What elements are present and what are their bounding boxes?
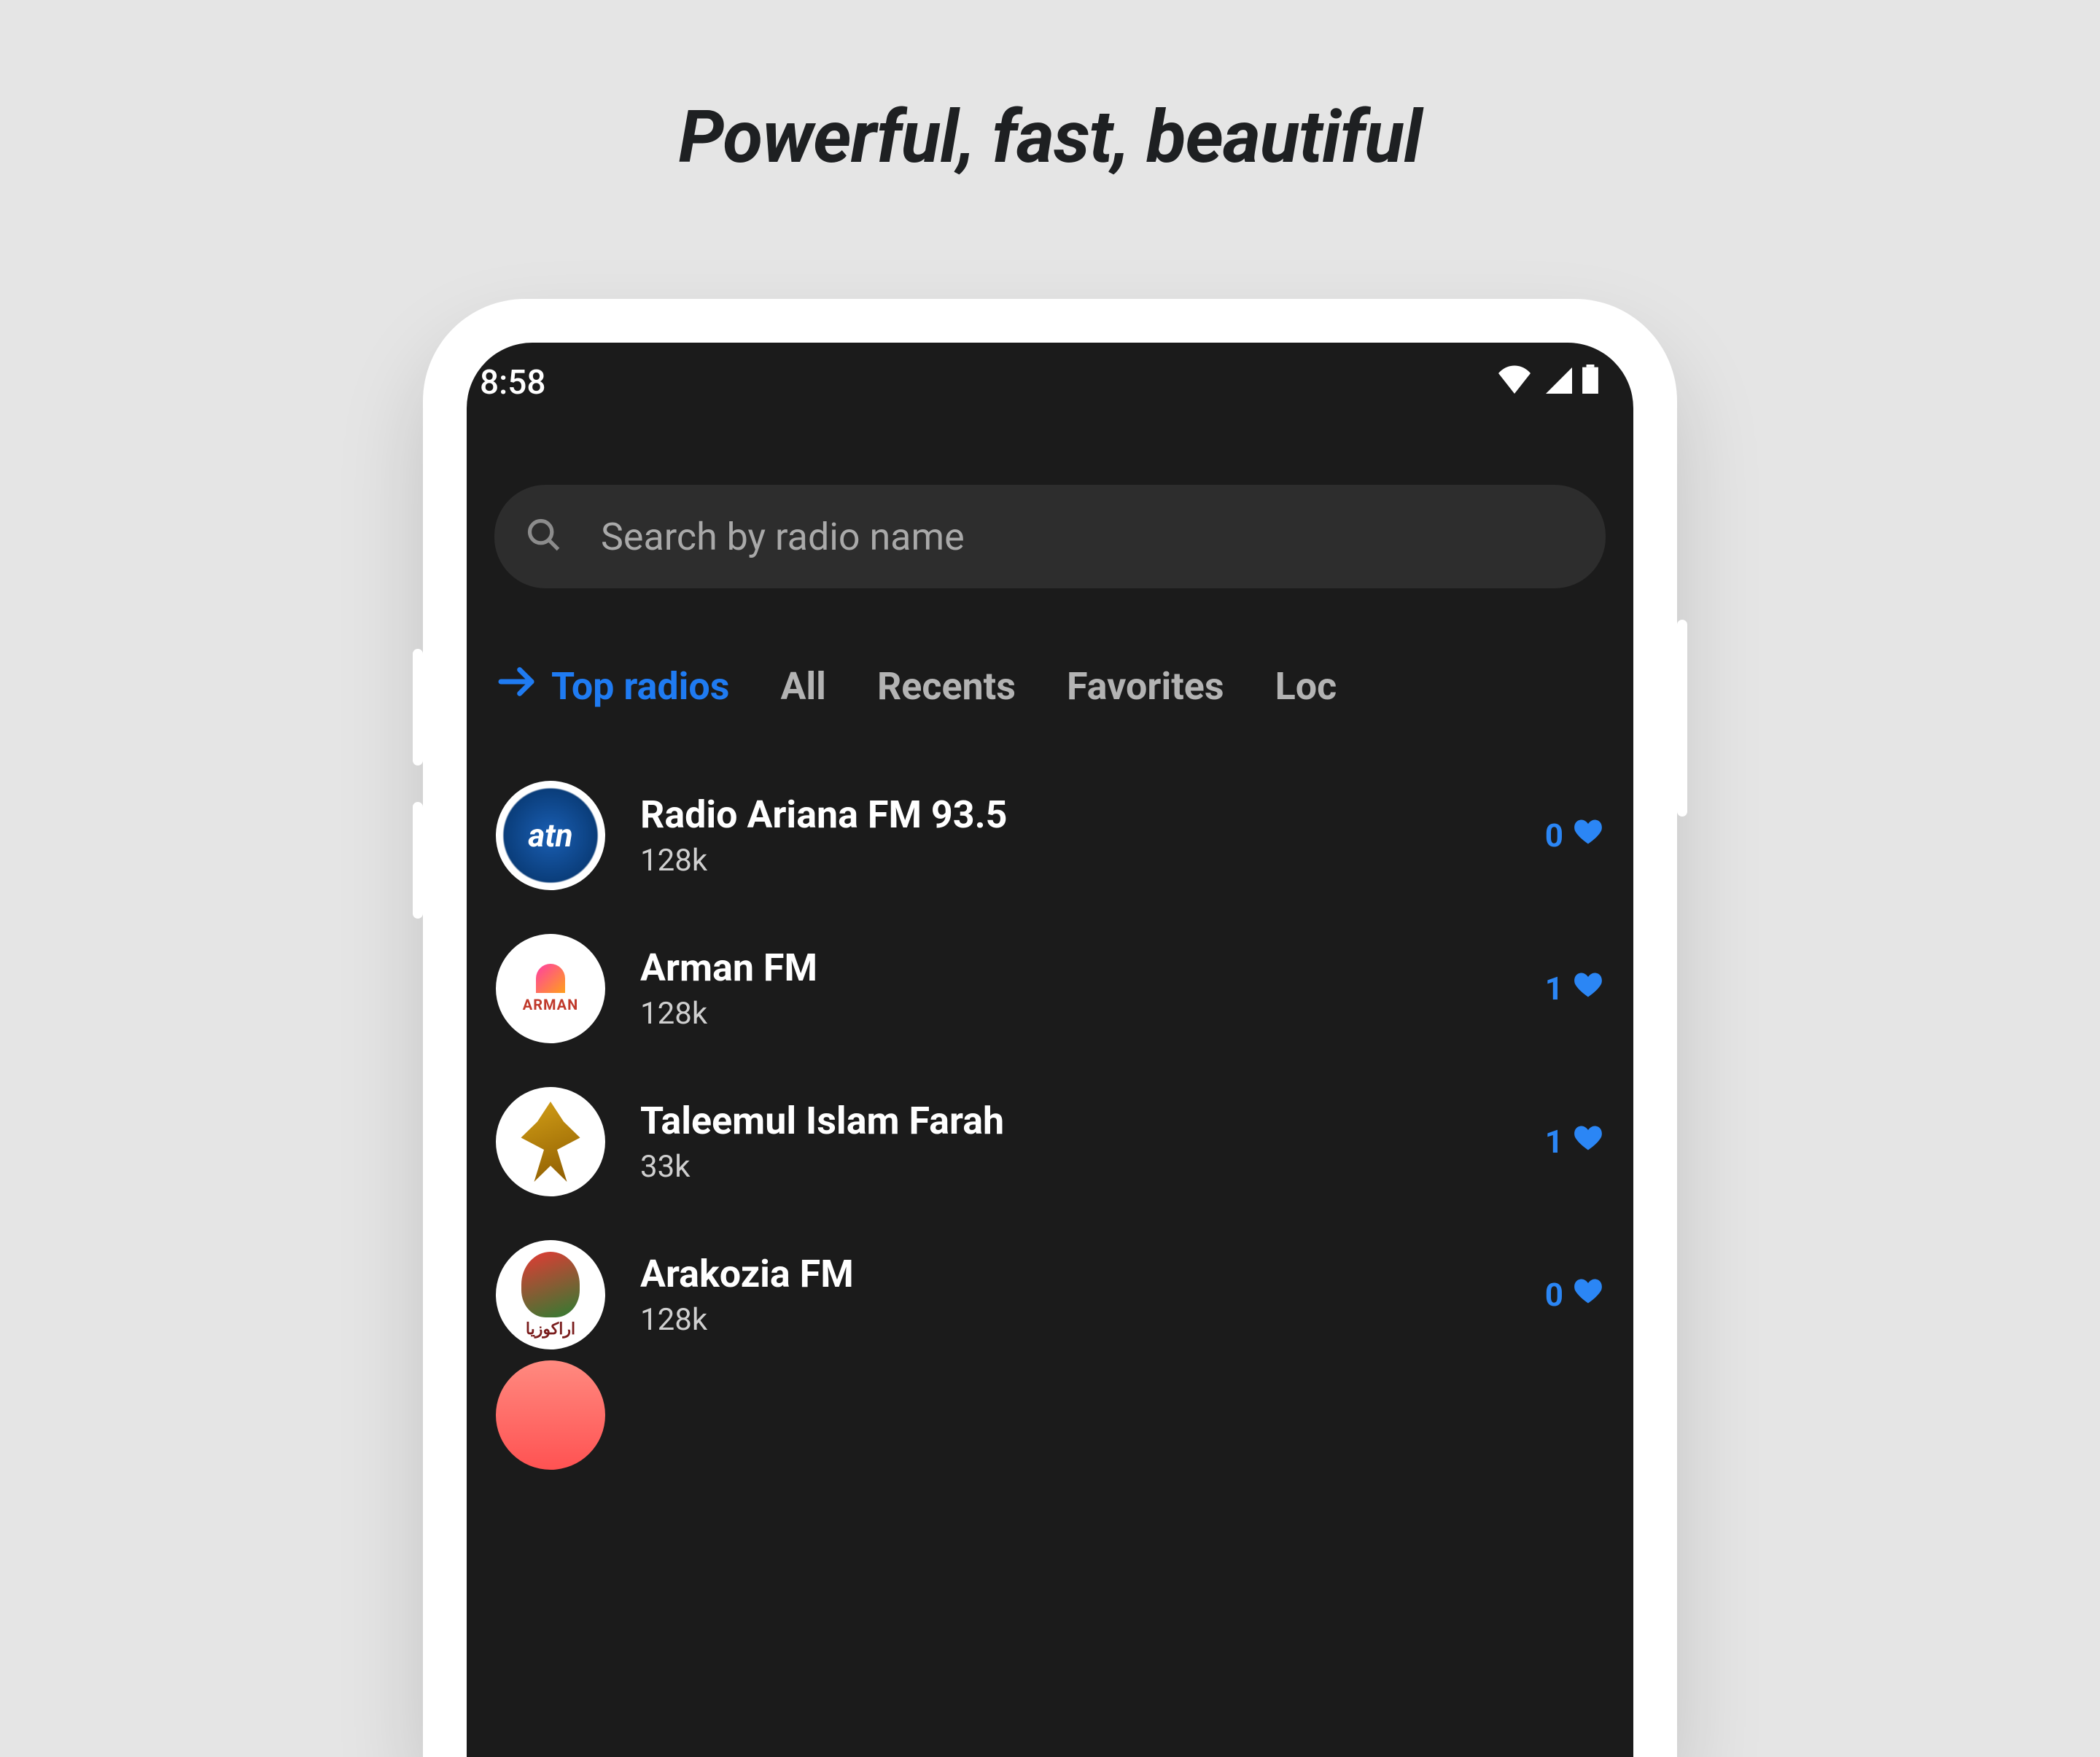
tab-label: Top radios bbox=[551, 664, 729, 709]
tab-label: All bbox=[780, 664, 825, 709]
heart-icon bbox=[1572, 969, 1604, 1009]
device-frame: 8:58 Search by radio name bbox=[423, 299, 1677, 1757]
like-count: 1 bbox=[1545, 970, 1563, 1008]
cell-signal-icon bbox=[1543, 363, 1572, 402]
station-row[interactable]: Radio Ariana FM 93.5 128k 0 bbox=[496, 781, 1604, 890]
like-button[interactable]: 1 bbox=[1545, 969, 1604, 1009]
tab-all[interactable]: All bbox=[780, 664, 825, 709]
like-count: 0 bbox=[1545, 1276, 1563, 1314]
status-time: 8:58 bbox=[480, 363, 546, 402]
heart-icon bbox=[1572, 816, 1604, 856]
tab-recents[interactable]: Recents bbox=[877, 664, 1016, 709]
station-row[interactable] bbox=[496, 1393, 1604, 1437]
heart-icon bbox=[1572, 1122, 1604, 1162]
tab-row: Top radios All Recents Favorites Loc bbox=[467, 661, 1633, 712]
station-name: Arman FM bbox=[640, 946, 1510, 990]
search-placeholder: Search by radio name bbox=[601, 515, 965, 559]
station-name: Taleemul Islam Farah bbox=[640, 1099, 1510, 1143]
like-button[interactable]: 0 bbox=[1545, 1275, 1604, 1315]
station-logo bbox=[496, 1087, 605, 1196]
volume-down-button bbox=[413, 802, 423, 919]
search-icon bbox=[525, 516, 563, 557]
tab-label: Recents bbox=[877, 664, 1016, 709]
station-logo: اراكوزيا bbox=[496, 1240, 605, 1349]
screen: 8:58 Search by radio name bbox=[467, 343, 1633, 1757]
tab-local[interactable]: Loc bbox=[1275, 664, 1337, 709]
station-bitrate: 33k bbox=[640, 1149, 1510, 1185]
heart-icon bbox=[1572, 1275, 1604, 1315]
like-count: 0 bbox=[1545, 817, 1563, 854]
volume-up-button bbox=[413, 649, 423, 765]
battery-icon bbox=[1582, 363, 1598, 402]
like-count: 1 bbox=[1545, 1123, 1563, 1161]
tab-favorites[interactable]: Favorites bbox=[1067, 664, 1224, 709]
arrow-right-icon bbox=[496, 661, 537, 712]
station-logo bbox=[496, 1360, 605, 1470]
station-list: Radio Ariana FM 93.5 128k 0 ARMAN Arman … bbox=[467, 781, 1633, 1437]
station-row[interactable]: ARMAN Arman FM 128k 1 bbox=[496, 934, 1604, 1043]
station-bitrate: 128k bbox=[640, 843, 1510, 878]
station-bitrate: 128k bbox=[640, 996, 1510, 1032]
status-bar: 8:58 bbox=[467, 343, 1633, 408]
promo-tagline: Powerful, fast, beautiful bbox=[0, 95, 2100, 180]
like-button[interactable]: 0 bbox=[1545, 816, 1604, 856]
station-row[interactable]: اراكوزيا Arakozia FM 128k 0 bbox=[496, 1240, 1604, 1349]
wifi-icon bbox=[1496, 363, 1533, 402]
station-bitrate: 128k bbox=[640, 1302, 1510, 1338]
station-row[interactable]: Taleemul Islam Farah 33k 1 bbox=[496, 1087, 1604, 1196]
power-button bbox=[1677, 620, 1687, 817]
tab-label: Loc bbox=[1275, 664, 1337, 709]
station-name: Radio Ariana FM 93.5 bbox=[640, 792, 1510, 837]
search-bar[interactable]: Search by radio name bbox=[494, 485, 1606, 588]
station-logo: ARMAN bbox=[496, 934, 605, 1043]
station-name: Arakozia FM bbox=[640, 1252, 1510, 1296]
tab-label: Favorites bbox=[1067, 664, 1224, 709]
station-logo bbox=[496, 781, 605, 890]
tab-top-radios[interactable]: Top radios bbox=[496, 661, 729, 712]
like-button[interactable]: 1 bbox=[1545, 1122, 1604, 1162]
